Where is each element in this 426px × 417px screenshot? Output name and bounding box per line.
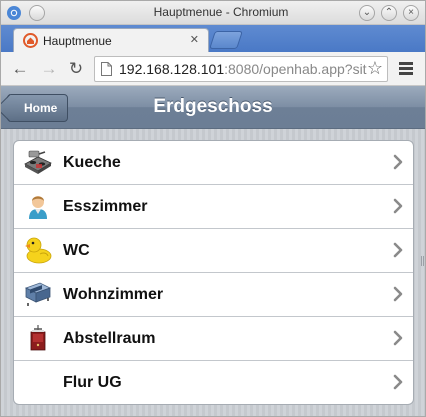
storage-cabinet-icon: [30, 325, 46, 351]
new-tab-button[interactable]: [209, 31, 243, 49]
close-window-button[interactable]: ×: [403, 5, 419, 21]
list-item-label: Abstellraum: [63, 330, 156, 347]
tab-close-icon[interactable]: ✕: [190, 33, 199, 46]
window-title: Hauptmenue - Chromium: [153, 5, 289, 19]
page-icon: [101, 62, 112, 76]
list-item-label: Esszimmer: [63, 198, 148, 215]
list-item-kueche[interactable]: Kueche: [14, 141, 413, 185]
openhab-favicon-icon: [23, 33, 38, 48]
browser-toolbar: ← → ↻ 192.168.128.101:8080/openhab.app?s…: [1, 52, 425, 86]
forward-arrow-icon[interactable]: →: [38, 58, 60, 80]
title-bar: Hauptmenue - Chromium ⌄ ⌃ ×: [1, 1, 425, 25]
chromium-logo-icon: [7, 6, 21, 20]
kitchen-stove-icon: [24, 150, 52, 174]
tab-hauptmenue[interactable]: Hauptmenue ✕: [13, 28, 209, 52]
reload-icon[interactable]: ↻: [65, 58, 87, 80]
resize-grip[interactable]: [421, 256, 424, 266]
tab-title: Hauptmenue: [43, 34, 112, 48]
browser-window: Hauptmenue - Chromium ⌄ ⌃ × Hauptmenue ✕…: [0, 0, 426, 417]
page-viewport: Home Erdgeschoss Kueche Esszimmer WC Woh…: [1, 86, 425, 416]
list-item-abstellraum[interactable]: Abstellraum: [14, 317, 413, 361]
room-list: Kueche Esszimmer WC Wohnzimmer Abstellra…: [13, 140, 414, 405]
list-item-esszimmer[interactable]: Esszimmer: [14, 185, 413, 229]
app-header: Home Erdgeschoss: [1, 86, 425, 129]
chevron-right-icon: [393, 154, 403, 170]
list-item-label: Flur UG: [63, 374, 122, 391]
list-item-label: Wohnzimmer: [63, 286, 164, 303]
chevron-right-icon: [393, 374, 403, 390]
url-host: 192.168.128.101: [119, 61, 225, 77]
rubber-duck-icon: [25, 237, 52, 264]
url-path: :8080/openhab.app?sit: [224, 61, 367, 77]
home-button[interactable]: Home: [7, 94, 69, 122]
address-bar[interactable]: 192.168.128.101:8080/openhab.app?sit ☆: [94, 56, 388, 82]
sofa-icon: [24, 282, 52, 306]
chevron-right-icon: [393, 198, 403, 214]
minimize-button[interactable]: ⌄: [359, 5, 375, 21]
maximize-button[interactable]: ⌃: [381, 5, 397, 21]
chevron-right-icon: [393, 242, 403, 258]
back-arrow-icon[interactable]: ←: [9, 58, 31, 80]
chevron-right-icon: [393, 330, 403, 346]
window-menu-button[interactable]: [29, 5, 45, 21]
list-item-flur-ug[interactable]: Flur UG: [14, 361, 413, 404]
list-item-label: WC: [63, 242, 90, 259]
list-item-wohnzimmer[interactable]: Wohnzimmer: [14, 273, 413, 317]
bookmark-star-icon[interactable]: ☆: [367, 58, 383, 79]
list-item-label: Kueche: [63, 154, 121, 171]
tab-strip: Hauptmenue ✕: [1, 25, 425, 52]
chrome-menu-icon[interactable]: [397, 60, 415, 78]
person-icon: [29, 196, 47, 219]
list-item-wc[interactable]: WC: [14, 229, 413, 273]
url-text: 192.168.128.101:8080/openhab.app?sit: [119, 61, 367, 77]
chevron-right-icon: [393, 286, 403, 302]
